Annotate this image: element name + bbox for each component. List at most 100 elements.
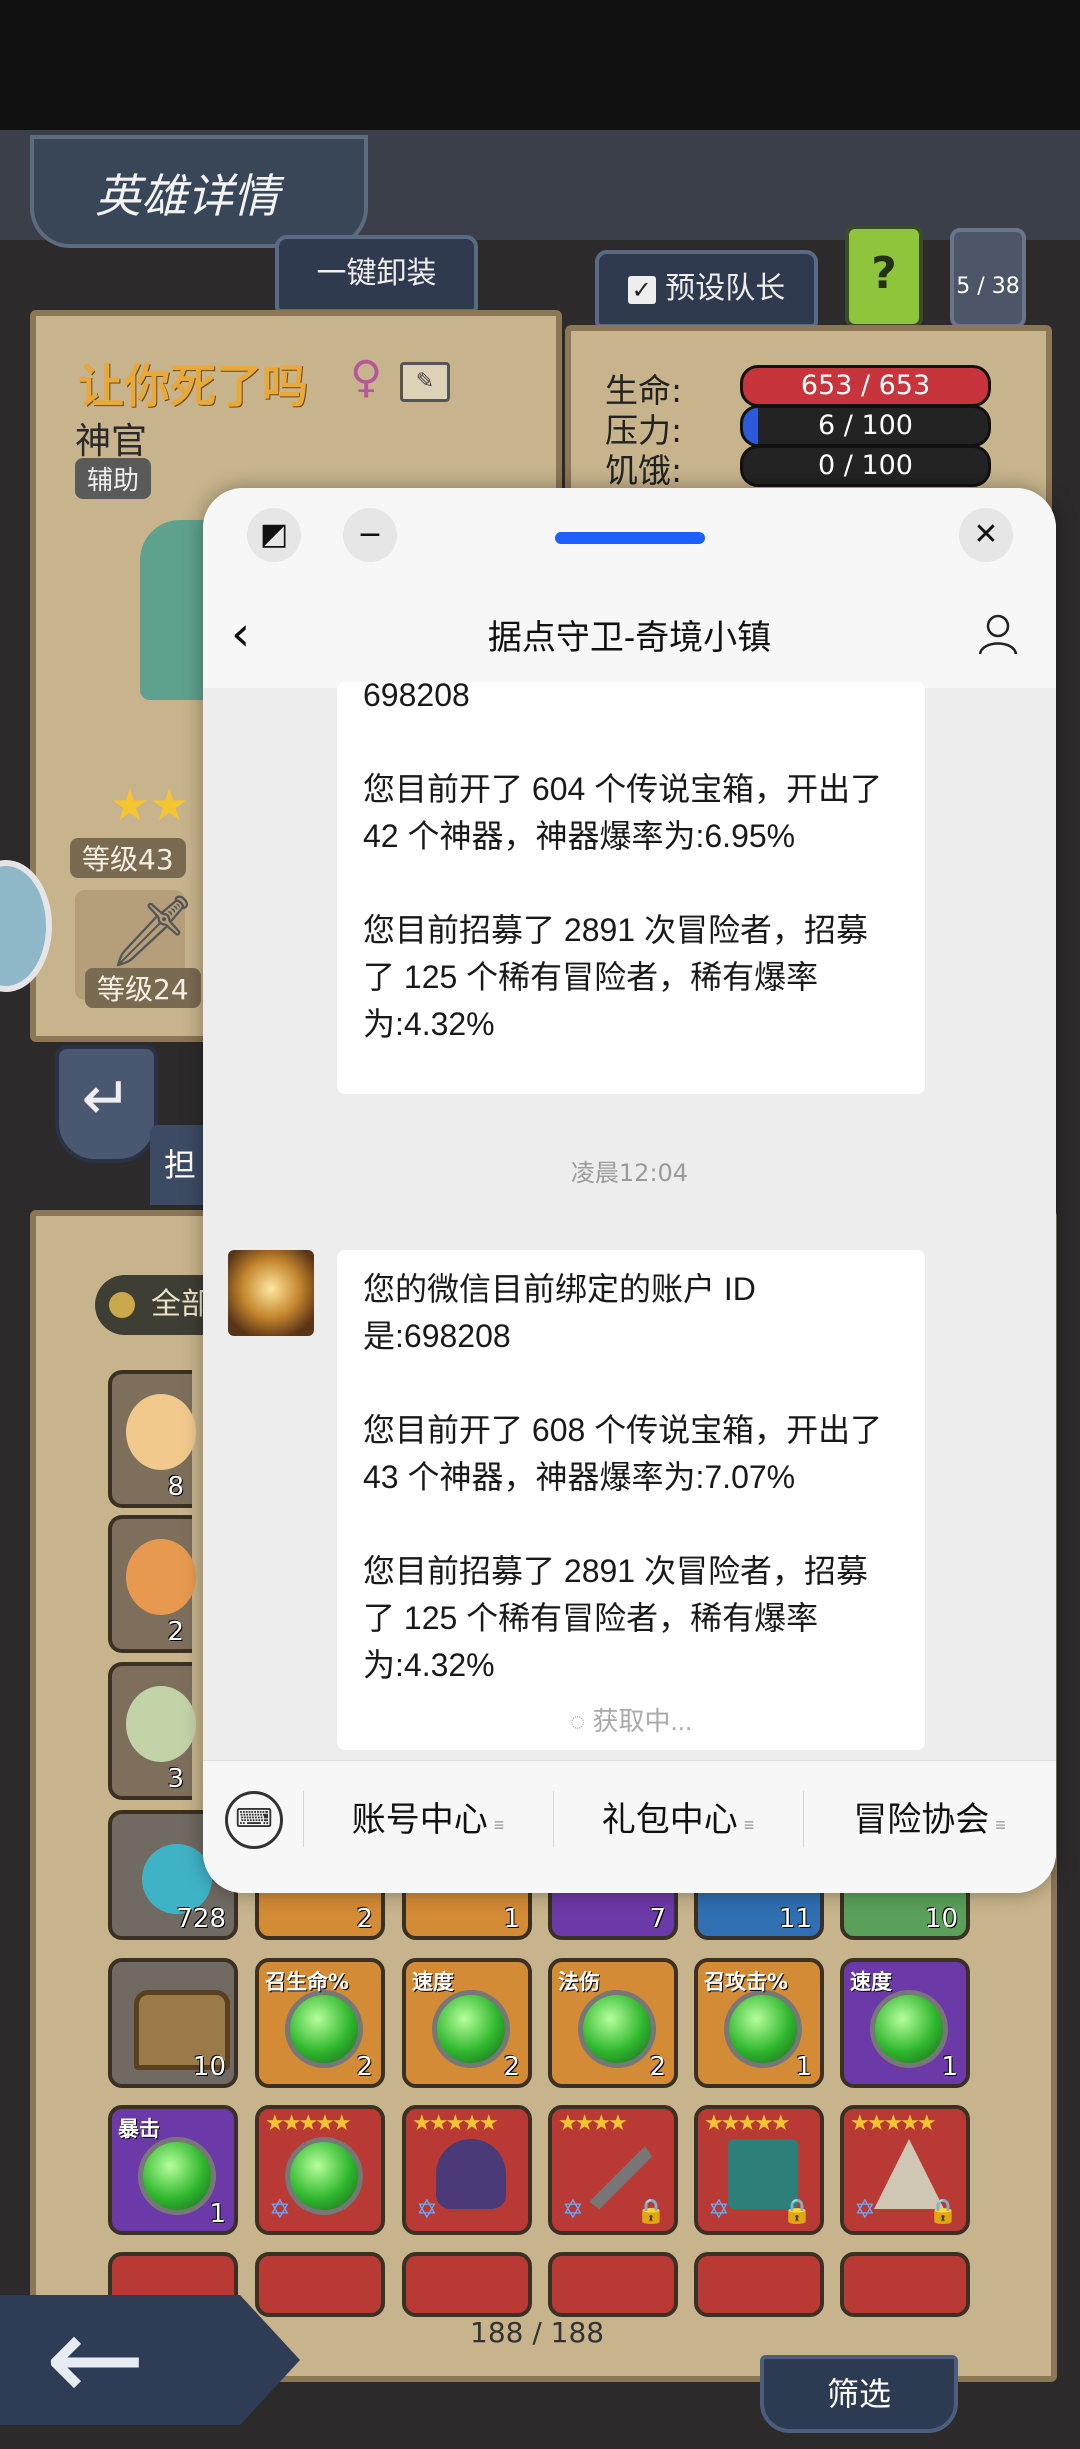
hero-level: 等级43 xyxy=(70,838,186,878)
item-tile[interactable] xyxy=(840,2252,970,2317)
message-timestamp: 凌晨12:04 xyxy=(570,1159,689,1187)
skull-cloak-icon xyxy=(436,2139,506,2209)
item-label: 召攻击% xyxy=(704,1970,789,1994)
unequip-all-button[interactable]: 一键卸装 xyxy=(275,235,478,313)
drag-handle[interactable] xyxy=(555,532,705,544)
item-tile[interactable]: ★★★★★ ✡ xyxy=(255,2105,385,2235)
item-tile[interactable]: 召攻击% 1 xyxy=(694,1958,824,2088)
menu-lines-icon: ≡ xyxy=(493,1815,505,1835)
filter-button[interactable]: 筛选 xyxy=(760,2355,958,2433)
menu-item-label: 账号中心 xyxy=(351,1801,488,1839)
item-tile[interactable]: 法伤 2 xyxy=(548,1958,678,2088)
panel-top-bar: ◩ − ✕ xyxy=(203,488,1056,588)
menu-adventure-guild[interactable]: 冒险协会 ≡ xyxy=(803,1761,1056,1893)
minus-icon: − xyxy=(357,517,383,552)
item-tile[interactable]: 速度 1 xyxy=(840,1958,970,2088)
item-label: 暴击 xyxy=(118,2117,160,2141)
item-tile[interactable]: 暴击 1 xyxy=(108,2105,238,2235)
float-window-icon: ◩ xyxy=(259,517,289,552)
hero-list-item[interactable]: 2 xyxy=(108,1515,196,1653)
item-tile[interactable] xyxy=(694,2252,824,2317)
star-of-david-icon: ✡ xyxy=(416,2195,438,2225)
menu-lines-icon: ≡ xyxy=(995,1815,1006,1835)
filter-dot-icon xyxy=(109,1292,135,1318)
close-button[interactable]: ✕ xyxy=(959,508,1013,562)
keyboard-icon[interactable]: ⌨ xyxy=(225,1791,283,1849)
hunger-value: 0 / 100 xyxy=(818,450,913,481)
item-count: 10 xyxy=(924,1904,958,1934)
item-tile[interactable] xyxy=(548,2252,678,2317)
hero-list-count: 2 xyxy=(167,1617,184,1647)
stress-bar: 6 / 100 xyxy=(740,405,991,447)
item-tile[interactable]: ★★★★★ ✡ 🔒 xyxy=(840,2105,970,2235)
item-count: 2 xyxy=(356,1904,373,1934)
bot-avatar[interactable] xyxy=(228,1250,314,1336)
message-bubble: 您的微信目前绑定的账户 ID 是:698208 您目前开了 608 个传说宝箱，… xyxy=(337,1250,925,1750)
weapon-level: 等级24 xyxy=(85,968,201,1008)
message-paragraph: 您的微信目前绑定的账户 ID 是:698208 xyxy=(363,1271,756,1354)
stress-value: 6 / 100 xyxy=(818,410,913,441)
hp-value: 653 / 653 xyxy=(800,370,931,401)
gem-icon xyxy=(578,1990,656,2068)
lock-icon: 🔒 xyxy=(928,2197,958,2225)
hero-avatar xyxy=(126,1686,196,1762)
hero-list-item[interactable]: 3 xyxy=(108,1662,196,1800)
star-of-david-icon: ✡ xyxy=(708,2195,730,2225)
star-of-david-icon: ✡ xyxy=(269,2195,291,2225)
hero-list-item[interactable]: 8 xyxy=(108,1370,196,1508)
item-tile[interactable]: 10 xyxy=(108,1958,238,2088)
menu-account-center[interactable]: 账号中心 ≡ xyxy=(303,1761,553,1893)
minimize-button[interactable]: − xyxy=(343,508,397,562)
preset-leader-label: 预设队长 xyxy=(665,271,786,306)
page-count: 188 / 188 xyxy=(470,2316,605,2349)
item-stars: ★★★★★ xyxy=(850,2111,937,2136)
star-of-david-icon: ✡ xyxy=(562,2195,584,2225)
message-line: 698208 xyxy=(363,677,470,713)
help-button[interactable]: ? xyxy=(845,225,923,328)
float-window-button[interactable]: ◩ xyxy=(247,508,301,562)
checkbox-icon: ✓ xyxy=(627,276,656,304)
item-count: 2 xyxy=(356,2052,373,2082)
gem-icon xyxy=(432,1990,510,2068)
tab-partial[interactable]: 担 xyxy=(150,1125,210,1205)
user-profile-icon[interactable] xyxy=(976,612,1020,656)
message-paragraph: 您目前招募了 2891 次冒险者，招募了 125 个稀有冒险者，稀有爆率为:4.… xyxy=(363,912,868,1042)
item-tile[interactable]: 速度 2 xyxy=(402,1958,532,2088)
item-label: 速度 xyxy=(850,1970,892,1994)
menu-gift-center[interactable]: 礼包中心 ≡ xyxy=(553,1761,803,1893)
message-paragraph: 您目前开了 604 个传说宝箱，开出了 42 个神器，神器爆率为:6.95% xyxy=(363,771,883,854)
gem-icon xyxy=(285,2137,363,2215)
hero-count-badge: 5 / 38 xyxy=(950,228,1026,328)
item-tile[interactable]: 召生命% 2 xyxy=(255,1958,385,2088)
mini-program-panel: ◩ − ✕ ‹ 据点守卫-奇境小镇 698208 您目前开了 604 个传说宝箱… xyxy=(203,488,1056,1893)
preset-leader-button[interactable]: ✓ 预设队长 xyxy=(595,250,818,328)
chat-menu-bar: ⌨ 账号中心 ≡ 礼包中心 ≡ 冒险协会 ≡ xyxy=(203,1760,1056,1893)
item-count: 11 xyxy=(778,1904,812,1934)
message-paragraph: 您目前招募了 2891 次冒险者，招募了 125 个稀有冒险者，稀有爆率为:4.… xyxy=(363,1553,868,1683)
hero-name: 让你死了吗 xyxy=(78,359,308,413)
item-tile[interactable]: ★★★★★ ✡ xyxy=(402,2105,532,2235)
item-tile[interactable] xyxy=(402,2252,532,2317)
item-count: 10 xyxy=(192,2052,226,2082)
item-count: 1 xyxy=(209,2199,226,2229)
return-button[interactable]: ↵ xyxy=(55,1045,158,1163)
menu-lines-icon: ≡ xyxy=(743,1815,755,1835)
message-bubble: 698208 您目前开了 604 个传说宝箱，开出了 42 个神器，神器爆率为:… xyxy=(337,677,925,1094)
item-count: 728 xyxy=(176,1904,226,1934)
item-tile[interactable] xyxy=(255,2252,385,2317)
item-label: 速度 xyxy=(412,1970,454,1994)
menu-item-label: 冒险协会 xyxy=(853,1801,990,1839)
message-paragraph: 您目前开了 608 个传说宝箱，开出了 43 个神器，神器爆率为:7.07% xyxy=(363,1412,883,1495)
loading-text: 获取中... xyxy=(592,1706,693,1736)
chat-title: 据点守卫-奇境小镇 xyxy=(487,619,772,657)
item-tile[interactable]: ★★★★★ ✡ 🔒 xyxy=(694,2105,824,2235)
lock-icon: 🔒 xyxy=(636,2197,666,2225)
hero-class: 神官 xyxy=(75,421,148,462)
item-tile[interactable]: ★★★★ ✡ 🔒 xyxy=(548,2105,678,2235)
chat-messages: 698208 您目前开了 604 个传说宝箱，开出了 42 个神器，神器爆率为:… xyxy=(203,677,1056,1760)
edit-name-icon[interactable]: ✎ xyxy=(400,362,450,402)
item-stars: ★★★★ xyxy=(558,2111,628,2136)
spinner-icon: ◌ xyxy=(569,1706,586,1736)
item-count: 1 xyxy=(795,2052,812,2082)
status-bar xyxy=(0,0,1080,130)
